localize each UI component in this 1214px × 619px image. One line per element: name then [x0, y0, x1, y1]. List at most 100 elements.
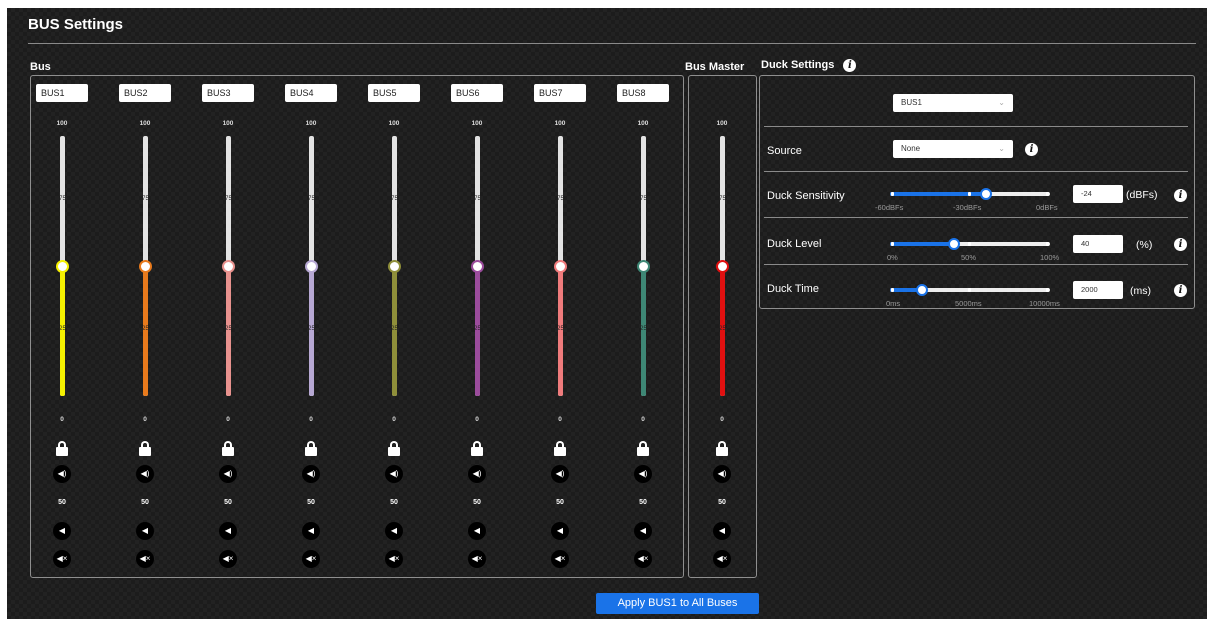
volume-down-icon[interactable]: ◀ — [53, 522, 71, 540]
bus-name-field[interactable]: BUS1 — [36, 84, 88, 102]
volume-up-icon[interactable]: ◀) — [136, 465, 154, 483]
fader-knob[interactable] — [554, 260, 567, 273]
lock-icon[interactable] — [471, 441, 483, 456]
scale-top-label: 100 — [554, 120, 566, 127]
volume-fader[interactable]: 75 25 — [388, 136, 401, 396]
source-select[interactable]: None ⌄ — [893, 140, 1013, 158]
scale-bottom-label: 0 — [226, 416, 230, 423]
fader-tick-label: 25 — [142, 326, 149, 332]
lock-icon[interactable] — [554, 441, 566, 456]
volume-fader[interactable]: 75 25 — [471, 136, 484, 396]
lock-icon[interactable] — [56, 441, 68, 456]
mute-icon[interactable]: ◀× — [219, 550, 237, 568]
volume-up-icon[interactable]: ◀) — [385, 465, 403, 483]
fader-knob[interactable] — [388, 260, 401, 273]
volume-fader[interactable]: 75 25 — [305, 136, 318, 396]
slider-knob[interactable] — [916, 284, 928, 296]
fader-knob[interactable] — [56, 260, 69, 273]
duck-level-input[interactable]: 40 — [1073, 235, 1123, 253]
secondary-value: 50 — [141, 499, 149, 506]
volume-down-icon[interactable]: ◀ — [551, 522, 569, 540]
mute-icon[interactable]: ◀× — [53, 550, 71, 568]
volume-down-icon[interactable]: ◀ — [302, 522, 320, 540]
mute-icon[interactable]: ◀× — [713, 550, 731, 568]
fader-tick-label: 75 — [474, 196, 481, 202]
lock-icon[interactable] — [637, 441, 649, 456]
volume-down-icon[interactable]: ◀ — [136, 522, 154, 540]
mute-icon[interactable]: ◀× — [385, 550, 403, 568]
fader-knob[interactable] — [305, 260, 318, 273]
fader-knob[interactable] — [637, 260, 650, 273]
mute-icon[interactable]: ◀× — [551, 550, 569, 568]
lock-icon[interactable] — [716, 441, 728, 456]
lock-icon[interactable] — [305, 441, 317, 456]
volume-fader[interactable]: 75 25 — [222, 136, 235, 396]
info-icon[interactable]: i — [1174, 189, 1187, 202]
slider-knob[interactable] — [980, 188, 992, 200]
slider-knob[interactable] — [948, 238, 960, 250]
fader-knob[interactable] — [139, 260, 152, 273]
info-icon[interactable]: i — [1174, 238, 1187, 251]
volume-down-icon[interactable]: ◀ — [713, 522, 731, 540]
info-icon[interactable]: i — [843, 59, 857, 72]
duck-bus-select[interactable]: BUS1 ⌄ — [893, 94, 1013, 112]
duck-divider — [764, 171, 1188, 172]
volume-down-icon[interactable]: ◀ — [219, 522, 237, 540]
mute-icon[interactable]: ◀× — [302, 550, 320, 568]
bus-channel: BUS4 100 75 25 0 ◀) 50 ◀ ◀× — [281, 76, 341, 577]
volume-up-icon[interactable]: ◀) — [713, 465, 731, 483]
volume-fader[interactable]: 75 25 — [554, 136, 567, 396]
mute-icon[interactable]: ◀× — [634, 550, 652, 568]
info-icon[interactable]: i — [1025, 143, 1038, 156]
master-channel: 100 75 25 0 ◀) 50 ◀ ◀× — [692, 76, 752, 577]
bus-channel: BUS2 100 75 25 0 ◀) 50 ◀ ◀× — [115, 76, 175, 577]
chevron-down-icon: ⌄ — [998, 144, 1005, 153]
duck-time-unit: (ms) — [1130, 285, 1151, 297]
volume-down-icon[interactable]: ◀ — [385, 522, 403, 540]
fader-tick-label: 25 — [308, 326, 315, 332]
duck-sensitivity-input[interactable]: -24 — [1073, 185, 1123, 203]
slider-tick — [968, 192, 971, 196]
bus-name-field[interactable]: BUS4 — [285, 84, 337, 102]
mute-icon[interactable]: ◀× — [136, 550, 154, 568]
volume-fader[interactable]: 75 25 — [716, 136, 729, 396]
apply-to-all-button[interactable]: Apply BUS1 to All Buses — [596, 593, 759, 614]
fader-knob[interactable] — [222, 260, 235, 273]
lock-icon[interactable] — [388, 441, 400, 456]
duck-level-slider[interactable] — [890, 238, 1050, 250]
bus-name-field[interactable]: BUS5 — [368, 84, 420, 102]
scale-label: -60dBFs — [875, 203, 904, 212]
lock-icon[interactable] — [139, 441, 151, 456]
bus-name-field[interactable]: BUS6 — [451, 84, 503, 102]
fader-tick-label: 75 — [225, 196, 232, 202]
chevron-down-icon: ⌄ — [998, 98, 1005, 107]
duck-time-slider[interactable] — [890, 284, 1050, 296]
volume-down-icon[interactable]: ◀ — [468, 522, 486, 540]
fader-knob[interactable] — [471, 260, 484, 273]
bus-name-field[interactable]: BUS7 — [534, 84, 586, 102]
volume-up-icon[interactable]: ◀) — [219, 465, 237, 483]
mute-icon[interactable]: ◀× — [468, 550, 486, 568]
info-icon[interactable]: i — [1174, 284, 1187, 297]
lock-icon[interactable] — [222, 441, 234, 456]
volume-up-icon[interactable]: ◀) — [468, 465, 486, 483]
volume-fader[interactable]: 75 25 — [637, 136, 650, 396]
scale-bottom-label: 0 — [60, 416, 64, 423]
volume-up-icon[interactable]: ◀) — [53, 465, 71, 483]
volume-down-icon[interactable]: ◀ — [634, 522, 652, 540]
duck-sensitivity-slider[interactable] — [890, 188, 1050, 200]
volume-fader[interactable]: 75 25 — [139, 136, 152, 396]
bus-name-field[interactable]: BUS3 — [202, 84, 254, 102]
scale-top-label: 100 — [56, 120, 68, 127]
fader-knob[interactable] — [716, 260, 729, 273]
source-label: Source — [767, 145, 802, 157]
duck-time-input[interactable]: 2000 — [1073, 281, 1123, 299]
volume-up-icon[interactable]: ◀) — [551, 465, 569, 483]
bus-name-field[interactable]: BUS8 — [617, 84, 669, 102]
fader-tick-label: 75 — [308, 196, 315, 202]
volume-up-icon[interactable]: ◀) — [302, 465, 320, 483]
bus-name-field[interactable]: BUS2 — [119, 84, 171, 102]
volume-up-icon[interactable]: ◀) — [634, 465, 652, 483]
scale-label: 50% — [961, 253, 977, 262]
volume-fader[interactable]: 75 25 — [56, 136, 69, 396]
